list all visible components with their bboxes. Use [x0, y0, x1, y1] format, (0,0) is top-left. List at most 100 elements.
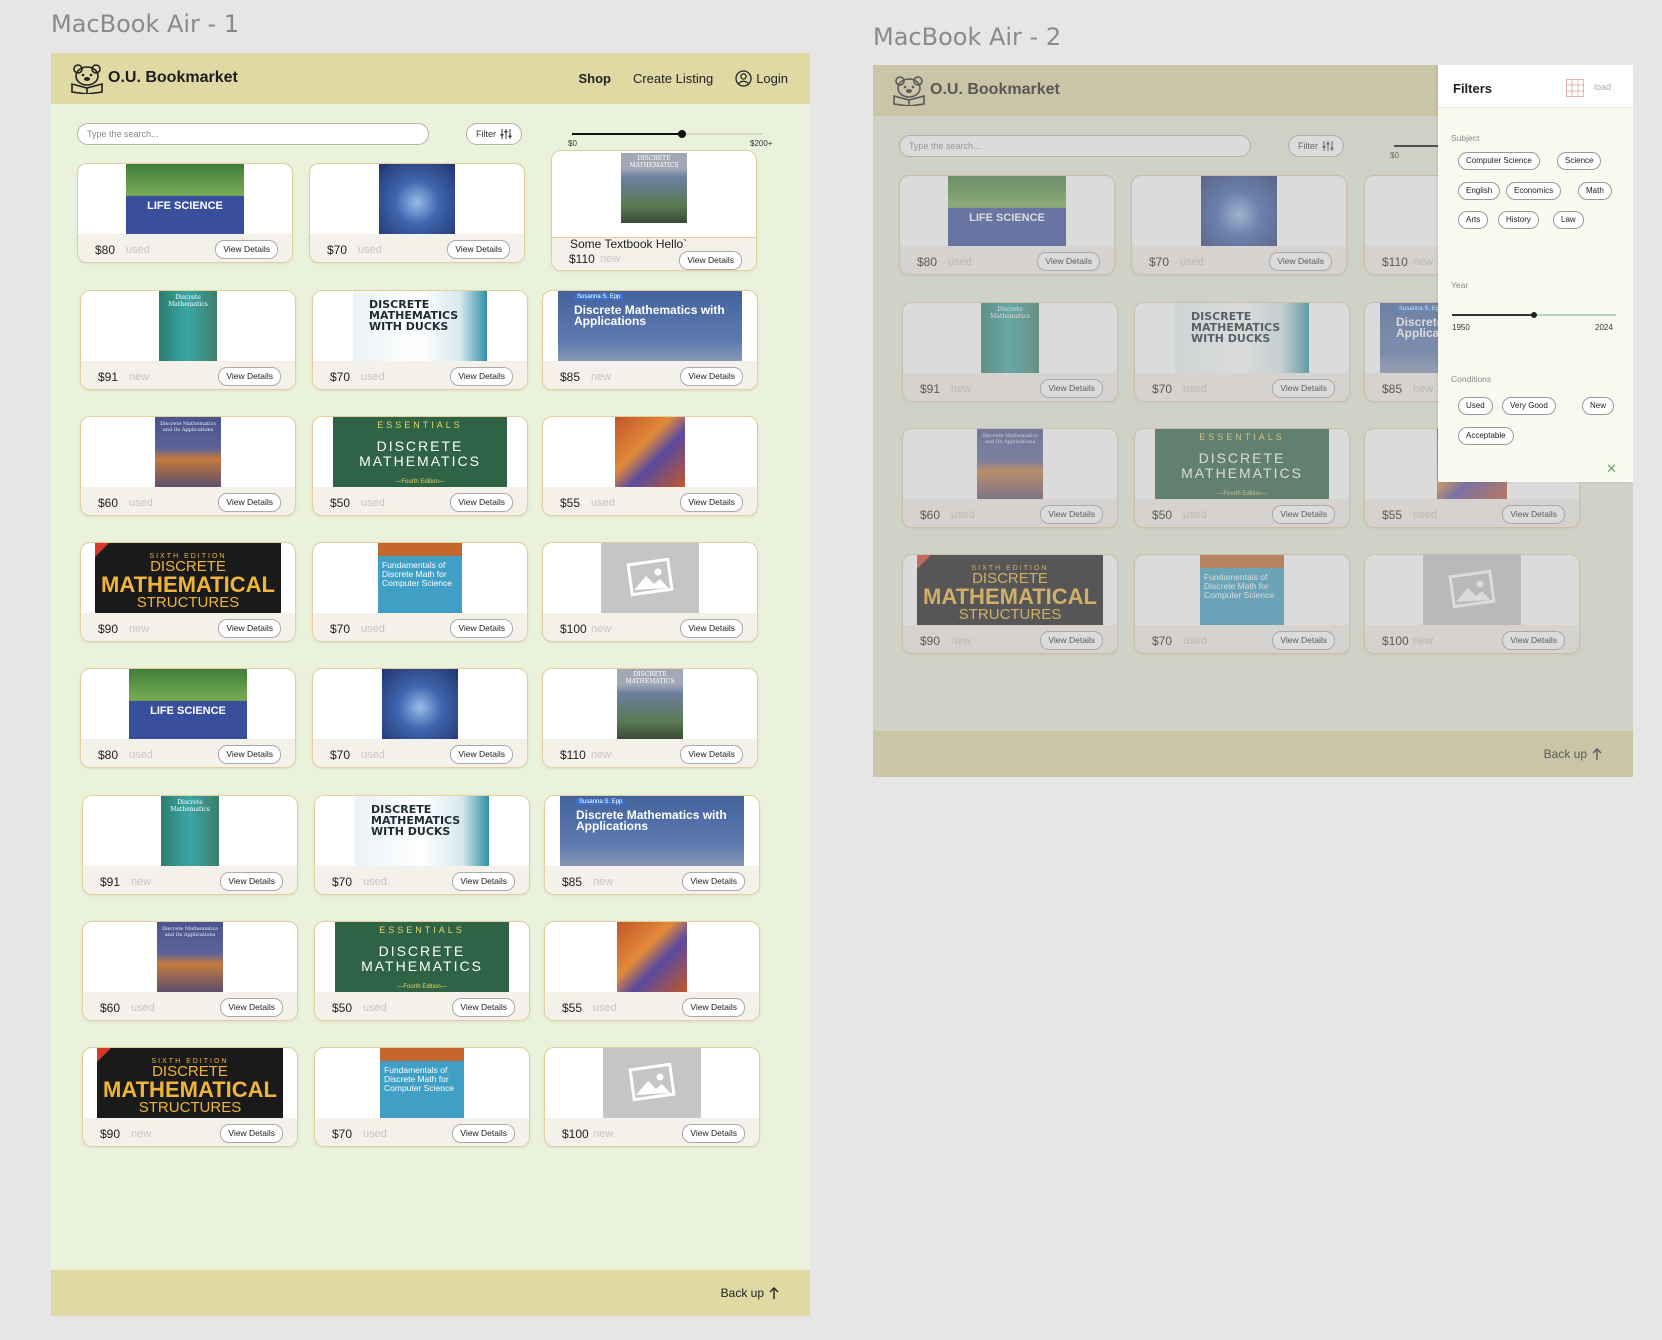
price-slider[interactable] — [572, 130, 762, 138]
listing-card[interactable]: DISCRETE MATHEMATICS WITH DUCKS $70 used… — [312, 290, 528, 390]
view-details-button[interactable]: View Details — [682, 1124, 745, 1143]
view-details-button[interactable]: View Details — [1040, 379, 1103, 398]
listing-card[interactable]: Fundamentals of Discrete Math for Comput… — [312, 542, 528, 642]
price-slider-thumb[interactable] — [678, 130, 687, 138]
chip-arts[interactable]: Arts — [1458, 211, 1489, 229]
view-details-button[interactable]: View Details — [450, 493, 513, 512]
view-details-button[interactable]: View Details — [1269, 252, 1332, 271]
year-slider[interactable] — [1452, 312, 1616, 318]
search-input[interactable]: Type the search... — [77, 123, 429, 145]
chip-science[interactable]: Science — [1557, 152, 1602, 170]
grid-icon[interactable] — [1566, 79, 1584, 97]
view-details-button[interactable]: View Details — [218, 745, 281, 764]
brand-title[interactable]: O.U. Bookmarket — [930, 81, 1060, 99]
listing-card[interactable]: Discrete Mathematics and Its Application… — [82, 921, 298, 1021]
view-details-button[interactable]: View Details — [1037, 252, 1100, 271]
listing-card[interactable]: $100 new View Details — [544, 1047, 760, 1147]
listing-card[interactable]: ESSENTIALS DISCRETE MATHEMATICS —Fourth Ed… — [312, 416, 528, 516]
listing-card[interactable]: Discrete Mathematics and Its Application… — [80, 416, 296, 516]
nav-login[interactable]: Login — [735, 70, 788, 87]
chip-economics[interactable]: Economics — [1506, 182, 1562, 200]
view-details-button[interactable]: View Details — [1040, 505, 1103, 524]
chip-acceptable[interactable]: Acceptable — [1458, 427, 1514, 445]
view-details-button[interactable]: View Details — [679, 251, 742, 270]
view-details-button[interactable]: View Details — [1502, 505, 1565, 524]
view-details-button[interactable]: View Details — [682, 872, 745, 891]
view-details-button[interactable]: View Details — [218, 493, 281, 512]
load-label[interactable]: load — [1594, 82, 1611, 92]
chip-computer-science[interactable]: Computer Science — [1458, 152, 1540, 170]
listing-card[interactable]: $55 used View Details — [544, 921, 760, 1021]
view-details-button[interactable]: View Details — [680, 493, 743, 512]
listing-card[interactable]: Discrete Mathematics $91 new View Detail… — [902, 302, 1118, 402]
listing-card[interactable]: LIFE SCIENCE $80 used View Details — [899, 175, 1115, 275]
chip-used[interactable]: Used — [1458, 397, 1493, 415]
view-details-button[interactable]: View Details — [218, 367, 281, 386]
view-details-button[interactable]: View Details — [1040, 631, 1103, 650]
view-details-button[interactable]: View Details — [452, 998, 515, 1017]
filter-button[interactable]: Filter — [466, 123, 522, 145]
view-details-button[interactable]: View Details — [1502, 631, 1565, 650]
close-icon[interactable]: ✕ — [1606, 461, 1617, 477]
view-details-button[interactable]: View Details — [450, 745, 513, 764]
view-details-button[interactable]: View Details — [680, 745, 743, 764]
listing-card[interactable]: Fundamentals of Discrete Math for Comput… — [314, 1047, 530, 1147]
view-details-button[interactable]: View Details — [220, 998, 283, 1017]
listing-card[interactable]: DISCRETE MATHEMATICS $110 new View Detai… — [542, 668, 758, 768]
listing-card[interactable]: ESSENTIALS DISCRETE MATHEMATICS —Fourth Ed… — [1134, 428, 1350, 528]
listing-card[interactable]: $70 used View Details — [312, 668, 528, 768]
view-details-button[interactable]: View Details — [450, 619, 513, 638]
listing-card[interactable]: Susanna S. Epp Discrete Mathematics with … — [542, 290, 758, 390]
brand-title[interactable]: O.U. Bookmarket — [108, 69, 238, 87]
chip-history[interactable]: History — [1498, 211, 1539, 229]
listing-card[interactable]: Discrete Mathematics $91 new View Detail… — [80, 290, 296, 390]
filter-button[interactable]: Filter — [1288, 135, 1344, 157]
view-details-button[interactable]: View Details — [215, 240, 278, 259]
view-details-button[interactable]: View Details — [452, 872, 515, 891]
view-details-button[interactable]: View Details — [450, 367, 513, 386]
listing-card[interactable]: $70 used View Details — [1131, 175, 1347, 275]
nav-create-listing[interactable]: Create Listing — [633, 71, 713, 86]
chip-new[interactable]: New — [1582, 397, 1615, 415]
listing-card[interactable]: LIFE SCIENCE $80 used View Details — [80, 668, 296, 768]
listing-card[interactable]: $55 used View Details — [542, 416, 758, 516]
book-cover-image: LIFE SCIENCE — [126, 164, 244, 234]
listing-card[interactable]: LIFE SCIENCE $80 used View Details — [77, 163, 293, 263]
arrow-up-icon — [769, 1287, 779, 1299]
chip-law[interactable]: Law — [1553, 211, 1584, 229]
view-details-button[interactable]: View Details — [220, 1124, 283, 1143]
listing-card[interactable]: Discrete Mathematics $91 new View Detail… — [82, 795, 298, 895]
year-slider-thumb[interactable] — [1531, 312, 1537, 318]
back-up-button[interactable]: Back up — [1544, 747, 1602, 761]
view-details-button[interactable]: View Details — [680, 619, 743, 638]
listing-card[interactable]: DISCRETE MATHEMATICS WITH DUCKS $70 used… — [314, 795, 530, 895]
listing-card[interactable]: $100 new View Details — [1364, 554, 1580, 654]
listing-card[interactable]: SIXTH EDITION DISCRETE MATHEMATICAL STRUCTU… — [902, 554, 1118, 654]
view-details-button[interactable]: View Details — [218, 619, 281, 638]
view-details-button[interactable]: View Details — [682, 998, 745, 1017]
nav-shop[interactable]: Shop — [578, 71, 611, 86]
listing-card[interactable]: ESSENTIALS DISCRETE MATHEMATICS —Fourth Ed… — [314, 921, 530, 1021]
listing-card[interactable]: Discrete Mathematics and Its Application… — [902, 428, 1118, 528]
listing-card[interactable]: Susanna S. Epp Discrete Mathematics with … — [544, 795, 760, 895]
view-details-button[interactable]: View Details — [452, 1124, 515, 1143]
listing-card[interactable]: $70 used View Details — [309, 163, 525, 263]
view-details-button[interactable]: View Details — [1272, 631, 1335, 650]
chip-very-good[interactable]: Very Good — [1502, 397, 1556, 415]
chip-math[interactable]: Math — [1578, 182, 1612, 200]
listing-card[interactable]: $100 new View Details — [542, 542, 758, 642]
listing-card-featured[interactable]: DISCRETE MATHEMATICS Some Textbook Hello… — [551, 150, 757, 271]
listing-card[interactable]: SIXTH EDITION DISCRETE MATHEMATICAL STRUCTU… — [82, 1047, 298, 1147]
view-details-button[interactable]: View Details — [1272, 505, 1335, 524]
search-input[interactable]: Type the search... — [899, 135, 1251, 157]
chip-english[interactable]: English — [1458, 182, 1501, 200]
view-details-button[interactable]: View Details — [220, 872, 283, 891]
view-details-button[interactable]: View Details — [680, 367, 743, 386]
price-slider[interactable] — [1394, 145, 1439, 147]
view-details-button[interactable]: View Details — [447, 240, 510, 259]
listing-card[interactable]: Fundamentals of Discrete Math for Comput… — [1134, 554, 1350, 654]
listing-card[interactable]: SIXTH EDITION DISCRETE MATHEMATICAL STRUCTU… — [80, 542, 296, 642]
view-details-button[interactable]: View Details — [1272, 379, 1335, 398]
listing-card[interactable]: DISCRETE MATHEMATICS WITH DUCKS $70 used… — [1134, 302, 1350, 402]
back-up-button[interactable]: Back up — [721, 1286, 779, 1300]
